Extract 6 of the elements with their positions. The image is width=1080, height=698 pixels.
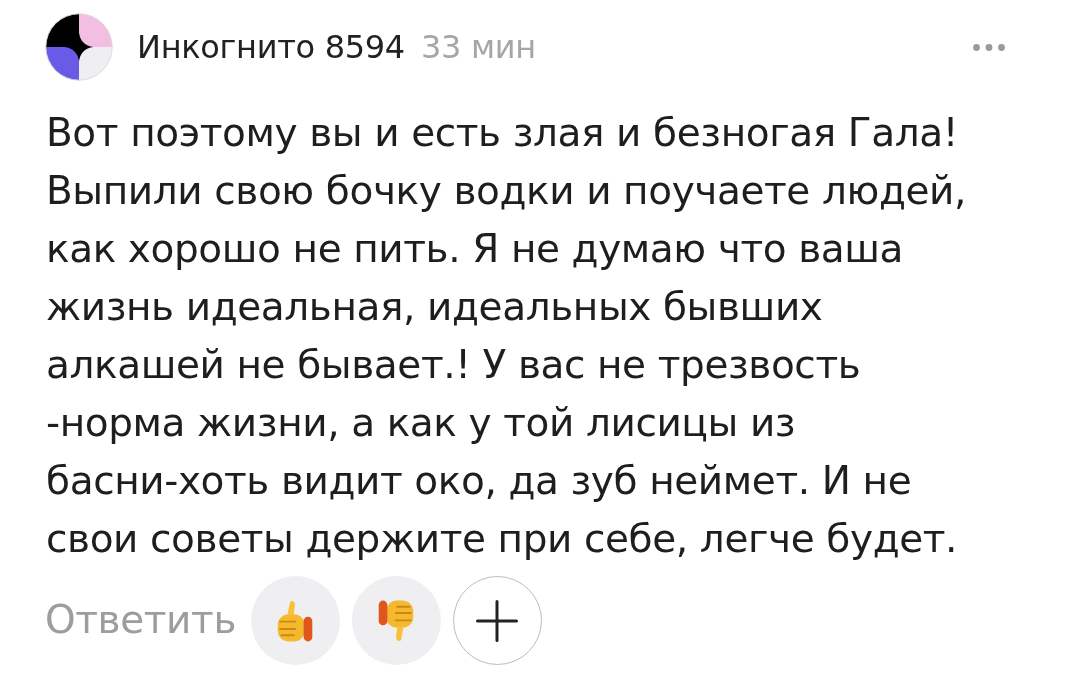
comment-text: Вот поэтому вы и есть злая и безногая Гала! Выпили свою бочку водки и поучаете людей, как хорошо не пить. Я не думаю что ваша жизнь идеальная, идеальных бывших алкашей не бывает.! У вас не трезвость -норма жизни, а как у той лисицы из басни-хоть видит око, да зуб неймет. И не свои советы держите при себе, легче будет. [46, 109, 968, 563]
avatar-icon [45, 13, 113, 81]
author-name[interactable]: Инкогнито 8594 [137, 23, 405, 71]
comment-time: 33 мин [420, 27, 536, 68]
more-icon[interactable] [973, 43, 1005, 51]
plus-icon [476, 599, 519, 642]
